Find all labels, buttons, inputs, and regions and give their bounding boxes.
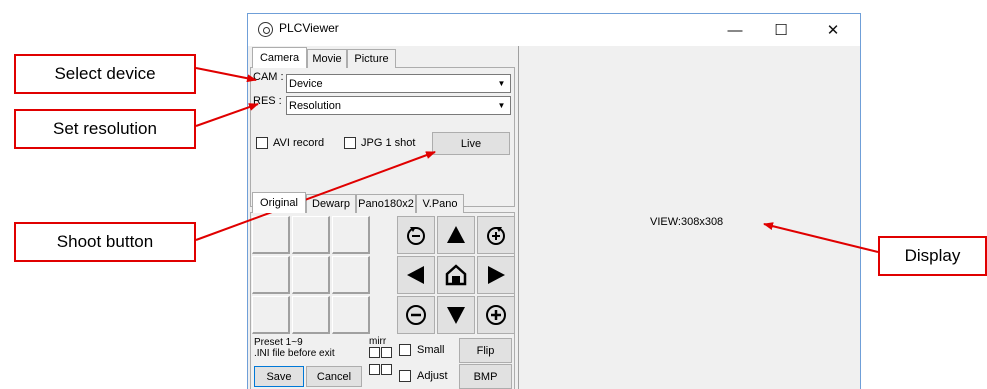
arrow-display [763,222,879,253]
tab-camera[interactable]: Camera [252,47,307,68]
arrow-select-device [195,67,257,83]
arrow-shoot-button [195,151,436,241]
annotation-arrows [195,67,879,253]
arrow-set-resolution [195,103,259,127]
tab-original[interactable]: Original [252,192,306,213]
